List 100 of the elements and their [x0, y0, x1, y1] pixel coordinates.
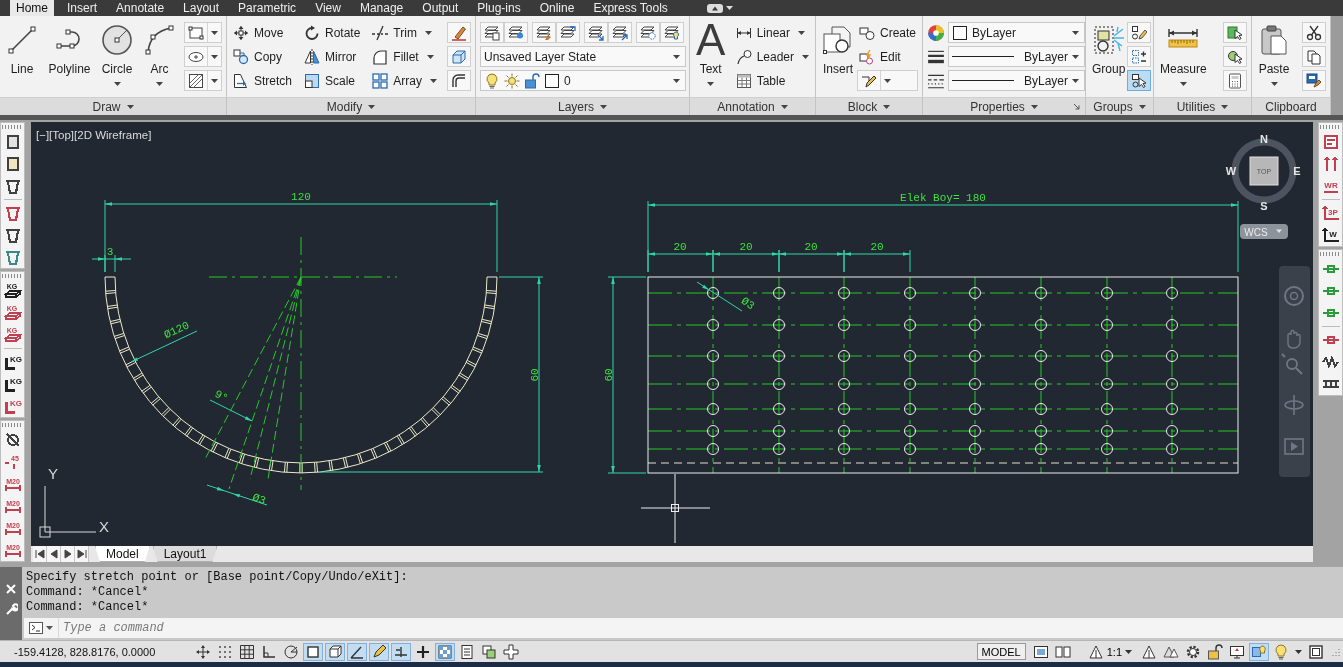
tool-button[interactable]: Trim	[370, 22, 439, 43]
ribbon-tab[interactable]: Express Tools	[587, 0, 674, 16]
layer-dropdown[interactable]: 0	[480, 70, 686, 91]
status-toggle-button[interactable]	[1249, 642, 1269, 661]
compass-letter[interactable]: E	[1293, 165, 1301, 177]
icon-button[interactable]	[1127, 70, 1152, 91]
panel-menu-button[interactable]: Draw	[92, 99, 134, 114]
icon-button[interactable]	[1223, 46, 1247, 67]
icon-button[interactable]	[504, 22, 528, 43]
palette-grip[interactable]	[1320, 125, 1341, 129]
model-space-button[interactable]: MODEL	[976, 643, 1026, 660]
tool-button[interactable]: Stretch	[231, 70, 294, 91]
palette-grip[interactable]	[2, 125, 23, 129]
compass-letter[interactable]: N	[1260, 133, 1268, 145]
tab-scroll-button[interactable]	[61, 546, 75, 562]
ribbon-tab[interactable]: Insert	[61, 0, 104, 16]
icon-button[interactable]	[1223, 22, 1247, 43]
palette-tool-button[interactable]: WR	[1319, 175, 1342, 197]
palette-tool-button[interactable]: W	[1319, 224, 1342, 246]
large-tool-button[interactable]: Group	[1090, 22, 1128, 76]
panel-menu-button[interactable]: Layers	[558, 99, 607, 114]
palette-tool-button[interactable]: KG	[1, 373, 24, 395]
status-toggle-button[interactable]	[1306, 642, 1326, 661]
icon-button[interactable]	[447, 70, 471, 91]
icon-button[interactable]	[1302, 46, 1326, 67]
tool-button[interactable]: Array	[370, 70, 439, 91]
icon-button[interactable]	[447, 22, 471, 43]
tab-scroll-button[interactable]	[75, 546, 89, 562]
icon-button[interactable]	[480, 22, 504, 43]
large-tool-button[interactable]: Measure	[1158, 22, 1209, 86]
panel-menu-button[interactable]: Properties	[970, 99, 1038, 114]
icon-button[interactable]	[1127, 22, 1152, 43]
icon-button[interactable]	[1302, 22, 1326, 43]
ribbon-tab[interactable]: Online	[533, 0, 581, 16]
status-toggle-button[interactable]	[303, 642, 324, 661]
icon-button[interactable]	[608, 22, 632, 43]
palette-grip[interactable]	[2, 274, 23, 278]
palette-tool-button[interactable]: KG	[1, 351, 24, 373]
palette-grip[interactable]	[1320, 252, 1341, 256]
ribbon-tab[interactable]: Output	[416, 0, 465, 16]
palette-grip[interactable]	[2, 423, 23, 427]
icon-button[interactable]	[1302, 70, 1326, 91]
ribbon-tab[interactable]: Manage	[353, 0, 410, 16]
icon-button[interactable]	[183, 46, 222, 67]
panel-menu-button[interactable]: Block	[847, 99, 891, 114]
cursor-coordinates[interactable]: -159.4128, 828.8176, 0.0000	[14, 645, 156, 658]
large-tool-button[interactable]: Polyline	[46, 22, 93, 76]
tool-button[interactable]: Fillet	[370, 46, 439, 67]
status-toggle-button[interactable]	[391, 642, 412, 661]
command-prompt-button[interactable]	[24, 618, 59, 638]
launcher-arrow-icon[interactable]	[1073, 103, 1080, 110]
icon-button[interactable]	[183, 70, 222, 91]
tool-button[interactable]: Leader	[733, 46, 811, 67]
tool-button[interactable]: Create	[856, 22, 918, 43]
panel-menu-button[interactable]: Clipboard	[1265, 99, 1317, 114]
status-toggle-button[interactable]	[501, 642, 522, 661]
tool-button[interactable]: Copy	[231, 46, 294, 67]
status-toggle-button[interactable]	[435, 642, 456, 661]
command-input[interactable]: Type a command	[59, 618, 1343, 638]
status-toggle-button[interactable]	[1205, 642, 1225, 661]
ribbon-tab[interactable]: Plug-ins	[471, 0, 527, 16]
palette-tool-button[interactable]: KG	[1, 395, 24, 417]
panel-menu-button[interactable]: Annotation	[717, 99, 788, 114]
large-tool-button[interactable]: A Text	[694, 22, 728, 86]
line-style-dropdown[interactable]: ByLayer	[948, 46, 1085, 67]
tool-button[interactable]: Scale	[302, 70, 363, 91]
wrench-icon[interactable]	[4, 603, 18, 616]
layer-state-dropdown[interactable]: Unsaved Layer State	[480, 46, 686, 67]
resize-grip-icon[interactable]	[1332, 647, 1340, 656]
panel-menu-button[interactable]: Modify	[326, 99, 376, 114]
icon-button[interactable]	[556, 22, 580, 43]
large-tool-button[interactable]: Arc	[141, 22, 178, 86]
tab-scroll-button[interactable]	[47, 546, 61, 562]
palette-tool-button[interactable]: 3P	[1319, 202, 1342, 224]
panel-menu-button[interactable]: Groups	[1093, 99, 1146, 114]
icon-button[interactable]	[532, 22, 556, 43]
ribbon-tab[interactable]: Layout	[177, 0, 226, 16]
icon-button[interactable]	[1127, 46, 1152, 67]
icon-button[interactable]	[660, 22, 684, 43]
icon-button[interactable]	[183, 22, 222, 43]
ribbon-tab[interactable]: Parametric	[232, 0, 303, 16]
large-tool-button[interactable]: Insert	[820, 22, 856, 76]
compass-letter[interactable]: S	[1260, 200, 1268, 212]
icon-button[interactable]	[636, 22, 660, 43]
tool-button[interactable]: Table	[733, 70, 811, 91]
viewport-controls-label[interactable]: [−][Top][2D Wireframe]	[36, 129, 152, 141]
compass-letter[interactable]: W	[1225, 165, 1237, 177]
panel-menu-button[interactable]: Utilities	[1176, 99, 1229, 114]
tool-button[interactable]: Edit	[856, 46, 918, 67]
ribbon-tab[interactable]: View	[309, 0, 347, 16]
line-style-dropdown[interactable]: ByLayer	[948, 70, 1085, 91]
model-tab[interactable]: Model	[95, 546, 150, 562]
tool-button[interactable]: Move	[231, 22, 294, 43]
ribbon-tab[interactable]: Home	[10, 0, 54, 16]
tool-button[interactable]: Linear	[733, 22, 811, 43]
icon-button[interactable]	[1223, 70, 1247, 91]
tool-button[interactable]: Rotate	[302, 22, 363, 43]
ribbon-tab[interactable]: Annotate	[110, 0, 171, 16]
layout-sheet-tab[interactable]: Layout1	[152, 546, 218, 562]
icon-button[interactable]	[856, 70, 918, 91]
